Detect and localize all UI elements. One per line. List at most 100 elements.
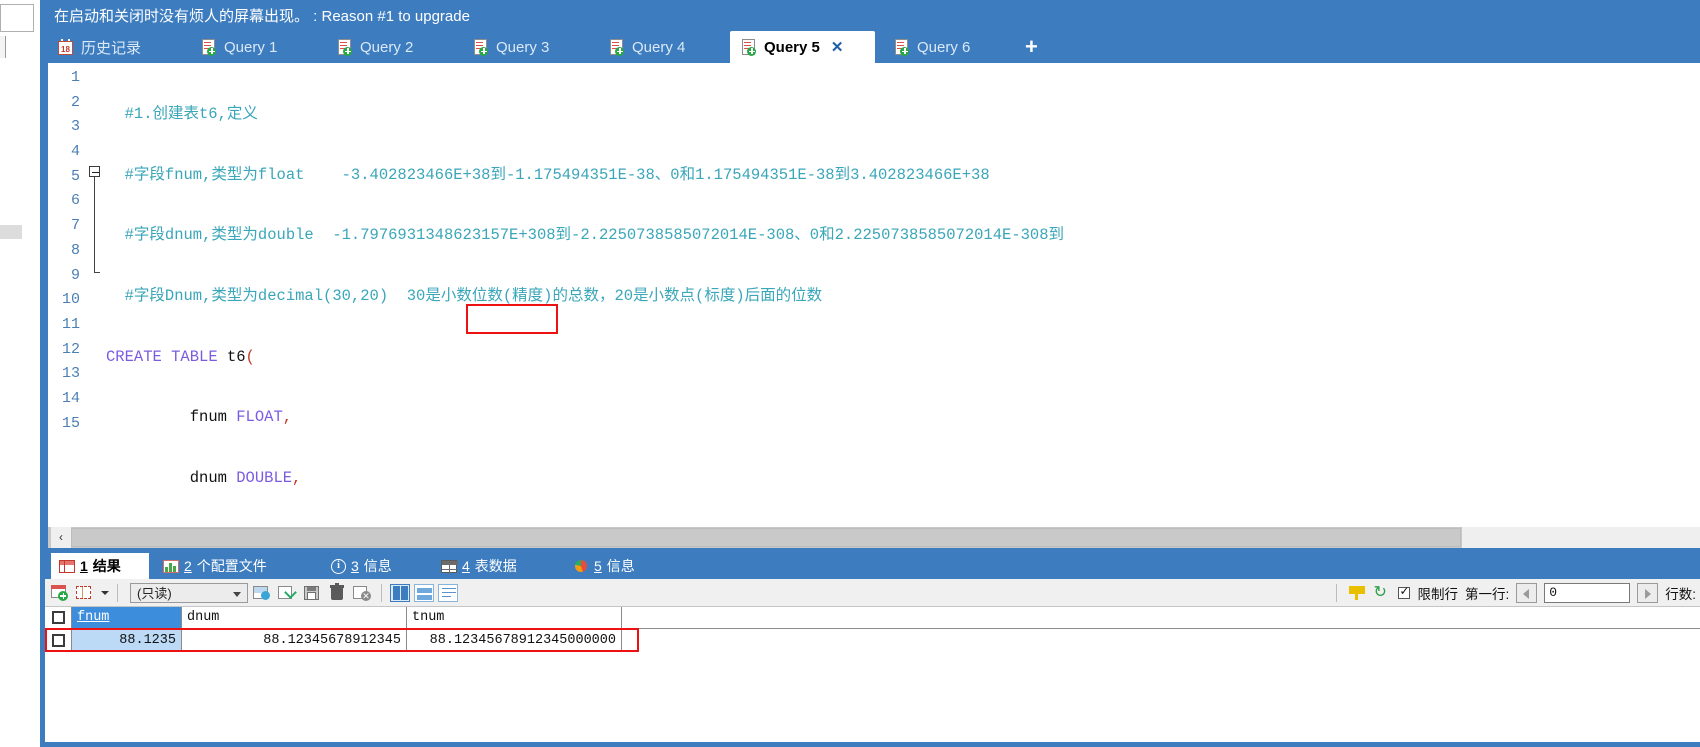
result-grid-icon bbox=[59, 559, 75, 573]
table-icon bbox=[441, 559, 458, 574]
fold-bracket-line bbox=[94, 177, 95, 273]
tab-query-3[interactable]: Query 3 bbox=[462, 31, 574, 63]
first-row-next-button[interactable] bbox=[1637, 583, 1659, 603]
column-header-fnum[interactable]: fnum bbox=[72, 607, 182, 628]
line-number: 6 bbox=[70, 192, 80, 210]
result-tab-table-data[interactable]: 4 表数据 bbox=[433, 553, 557, 579]
save-icon[interactable] bbox=[302, 583, 323, 603]
chevron-down-icon bbox=[233, 591, 241, 597]
pie-chart-icon bbox=[573, 559, 589, 573]
scroll-left-icon[interactable]: ‹ bbox=[51, 527, 71, 548]
view-text-icon[interactable] bbox=[438, 583, 458, 602]
code-line-2: #字段fnum,类型为float -3.402823466E+38到-1.175… bbox=[106, 165, 990, 184]
result-tab-info-label: 信息 bbox=[363, 558, 392, 574]
sql-client-window: 在启动和关闭时没有烦人的屏幕出现。 : Reason #1 to upgrade… bbox=[40, 0, 1700, 747]
line-number: 12 bbox=[61, 340, 80, 358]
code-content[interactable]: #1.创建表t6,定义 #字段fnum,类型为float -3.40282346… bbox=[106, 66, 1700, 526]
line-number: 3 bbox=[70, 118, 80, 136]
query-document-icon bbox=[610, 38, 625, 56]
result-tab-profiles[interactable]: 2 个配置文件 bbox=[155, 553, 315, 579]
add-row-icon[interactable] bbox=[50, 583, 71, 603]
fold-bracket-foot bbox=[94, 272, 100, 273]
query-document-icon bbox=[338, 38, 353, 56]
row-count-label: 行数: bbox=[1665, 587, 1696, 602]
first-row-label: 第一行: bbox=[1464, 587, 1510, 602]
caret-down-icon[interactable] bbox=[100, 583, 109, 603]
export-icon[interactable] bbox=[277, 583, 298, 603]
fold-collapse-icon[interactable] bbox=[89, 166, 100, 177]
column-header-dnum[interactable]: dnum bbox=[182, 607, 407, 628]
line-number: 4 bbox=[70, 143, 80, 161]
line-number: 15 bbox=[61, 414, 80, 432]
data-grid-empty-area bbox=[45, 652, 1700, 742]
readonly-mode-value: (只读) bbox=[137, 586, 172, 601]
tab-query-3-label: Query 3 bbox=[496, 38, 550, 56]
result-tab-message-label: 信息 bbox=[606, 558, 635, 574]
tab-query-2-label: Query 2 bbox=[360, 38, 414, 56]
code-line-1: #1.创建表t6,定义 bbox=[106, 105, 258, 123]
line-number: 7 bbox=[70, 217, 80, 235]
sql-editor[interactable]: 1 2 3 4 5 6 7 8 9 10 11 12 13 14 15 #1.创… bbox=[45, 63, 1700, 527]
line-number: 9 bbox=[70, 266, 80, 284]
code-line-3: #字段dnum,类型为double -1.7976931348623157E+3… bbox=[106, 226, 1065, 245]
code-line-6: fnum FLOAT, bbox=[106, 408, 293, 427]
tab-history[interactable]: 18 历史记录 bbox=[46, 31, 172, 63]
line-number-gutter: 1 2 3 4 5 6 7 8 9 10 11 12 13 14 15 bbox=[48, 63, 86, 527]
editor-horizontal-scrollbar[interactable]: ‹ bbox=[45, 527, 1700, 548]
cancel-icon[interactable]: ✕ bbox=[352, 583, 373, 603]
limit-rows-checkbox[interactable] bbox=[1398, 584, 1411, 599]
query-document-icon bbox=[742, 38, 757, 56]
result-tab-results-label: 结果 bbox=[92, 558, 121, 574]
scrollbar-track[interactable] bbox=[1462, 527, 1700, 548]
scrollbar-thumb[interactable] bbox=[71, 528, 1461, 547]
result-tab-results[interactable]: 1 结果 bbox=[51, 553, 149, 579]
select-all-checkbox[interactable] bbox=[45, 607, 72, 628]
cell-fnum[interactable]: 88.1235 bbox=[72, 629, 182, 651]
view-form-icon[interactable] bbox=[414, 583, 434, 602]
readonly-mode-select[interactable]: (只读) bbox=[130, 582, 248, 603]
result-tab-message-num: 5 bbox=[594, 558, 602, 574]
desktop-artifact-box-3 bbox=[0, 225, 22, 239]
table-row[interactable]: 88.1235 88.12345678912345 88.12345678912… bbox=[45, 629, 1700, 651]
code-fold-column[interactable] bbox=[86, 63, 106, 527]
tab-query-4[interactable]: Query 4 bbox=[598, 31, 710, 63]
filter-icon[interactable] bbox=[1348, 584, 1366, 602]
cell-tnum[interactable]: 88.12345678912345000000 bbox=[407, 629, 622, 651]
tab-query-1[interactable]: Query 1 bbox=[190, 31, 302, 63]
line-number: 1 bbox=[70, 69, 80, 86]
grid-select-icon[interactable] bbox=[75, 583, 96, 603]
row-select-checkbox[interactable] bbox=[45, 629, 72, 651]
tab-query-5-label: Query 5 bbox=[764, 38, 820, 56]
refresh-icon[interactable]: ↻ bbox=[1373, 584, 1391, 602]
profile-chart-icon bbox=[163, 559, 179, 573]
code-line-4: #字段Dnum,类型为decimal(30,20) 30是小数位数(精度)的总数… bbox=[106, 287, 823, 306]
column-header-tnum[interactable]: tnum bbox=[407, 607, 622, 628]
tab-query-6[interactable]: Query 6 bbox=[883, 31, 995, 63]
desktop-artifact-box-1 bbox=[0, 4, 34, 32]
query-document-icon bbox=[202, 38, 217, 56]
line-number: 10 bbox=[61, 291, 80, 309]
add-query-tab-button[interactable]: + bbox=[1015, 31, 1048, 63]
cell-dnum[interactable]: 88.12345678912345 bbox=[182, 629, 407, 651]
code-line-7: dnum DOUBLE, bbox=[106, 469, 302, 488]
result-tab-info[interactable]: i 3 信息 bbox=[323, 553, 427, 579]
first-row-input[interactable]: 0 bbox=[1544, 583, 1631, 603]
result-tab-info-num: 3 bbox=[351, 558, 359, 574]
first-row-prev-button[interactable] bbox=[1516, 583, 1538, 603]
tab-query-5[interactable]: Query 5 ✕ bbox=[730, 31, 875, 63]
image-new-icon[interactable] bbox=[252, 583, 273, 603]
window-left-edge bbox=[40, 63, 45, 747]
query-document-icon bbox=[474, 38, 489, 56]
desktop-left-strip bbox=[0, 0, 40, 747]
view-grid-icon[interactable] bbox=[390, 583, 410, 602]
result-tab-message[interactable]: 5 信息 bbox=[565, 553, 669, 579]
tab-query-2[interactable]: Query 2 bbox=[326, 31, 438, 63]
close-icon[interactable]: ✕ bbox=[831, 38, 844, 56]
result-tab-results-num: 1 bbox=[80, 558, 88, 574]
line-number: 14 bbox=[61, 389, 80, 407]
delete-icon[interactable] bbox=[327, 582, 348, 603]
result-grid-toolbar: (只读) ✕ ↻ ✓ 限制行 第一行: 0 行数: bbox=[45, 579, 1700, 607]
result-tab-profiles-num: 2 bbox=[184, 558, 192, 574]
line-number: 2 bbox=[70, 93, 80, 111]
line-number: 11 bbox=[61, 315, 80, 333]
